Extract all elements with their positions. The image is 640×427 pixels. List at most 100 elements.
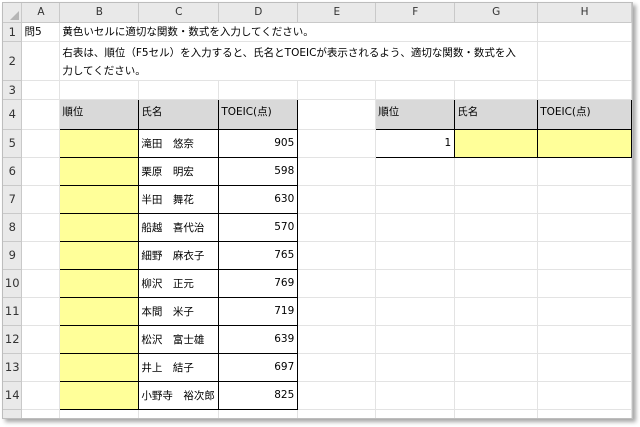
cell-h2[interactable] bbox=[537, 41, 632, 81]
cell-e13[interactable] bbox=[297, 353, 377, 382]
column-header-a[interactable]: A bbox=[21, 3, 61, 23]
name-cell-c12[interactable]: 松沢 富士雄 bbox=[138, 324, 220, 354]
cell-a11[interactable] bbox=[21, 297, 61, 326]
cell-f3[interactable] bbox=[375, 80, 456, 100]
cell-e9[interactable] bbox=[297, 241, 377, 270]
cell-a8[interactable] bbox=[21, 213, 61, 242]
cell-e5[interactable] bbox=[297, 129, 377, 158]
cell-a14[interactable] bbox=[21, 381, 61, 410]
row-header-2[interactable]: 2 bbox=[3, 41, 23, 81]
score-cell-d5[interactable]: 905 bbox=[218, 128, 299, 158]
score-cell-d8[interactable]: 570 bbox=[218, 212, 299, 242]
column-header-b[interactable]: B bbox=[59, 3, 140, 23]
name-cell-c13[interactable]: 井上 結子 bbox=[138, 352, 220, 382]
cell-a10[interactable] bbox=[21, 269, 61, 298]
rank-input-cell-b5[interactable] bbox=[59, 128, 140, 158]
cell-e6[interactable] bbox=[297, 157, 377, 186]
cell-f6[interactable] bbox=[375, 157, 456, 186]
column-header-h[interactable]: H bbox=[537, 3, 632, 23]
name-cell-c6[interactable]: 栗原 明宏 bbox=[138, 156, 220, 186]
row-header-10[interactable]: 10 bbox=[3, 269, 23, 298]
cell-g13[interactable] bbox=[454, 353, 539, 382]
row-header-4[interactable]: 4 bbox=[3, 99, 23, 130]
cell-f7[interactable] bbox=[375, 185, 456, 214]
cell-e7[interactable] bbox=[297, 185, 377, 214]
cell-a3[interactable] bbox=[21, 80, 61, 100]
cell-d3[interactable] bbox=[218, 80, 299, 100]
cell-e14[interactable] bbox=[297, 381, 377, 410]
cell-a2[interactable] bbox=[21, 41, 61, 81]
name-cell-c7[interactable]: 半田 舞花 bbox=[138, 184, 220, 214]
name-cell-c14[interactable]: 小野寺 裕次郎 bbox=[138, 380, 220, 410]
cell-a6[interactable] bbox=[21, 157, 61, 186]
cell-h6[interactable] bbox=[537, 157, 632, 186]
column-header-g[interactable]: G bbox=[454, 3, 539, 23]
cell-a1[interactable]: 問5 bbox=[21, 22, 61, 42]
lookup-rank-cell-f5[interactable]: 1 bbox=[375, 128, 456, 158]
rank-input-cell-b7[interactable] bbox=[59, 184, 140, 214]
cell-e15[interactable] bbox=[297, 409, 377, 418]
cell-e12[interactable] bbox=[297, 325, 377, 354]
cell-b15[interactable] bbox=[59, 409, 140, 418]
column-header-d[interactable]: D bbox=[218, 3, 299, 23]
lookup-toeic-input-h5[interactable] bbox=[537, 128, 632, 158]
cell-b2[interactable]: 右表は、順位（F5セル）を入力すると、氏名とTOEICが表示されるよう、適切な関… bbox=[59, 41, 539, 81]
score-cell-d9[interactable]: 765 bbox=[218, 240, 299, 270]
score-cell-d12[interactable]: 639 bbox=[218, 324, 299, 354]
cell-h10[interactable] bbox=[537, 269, 632, 298]
cell-a12[interactable] bbox=[21, 325, 61, 354]
row-header-15[interactable] bbox=[3, 409, 23, 418]
cell-g11[interactable] bbox=[454, 297, 539, 326]
cell-f11[interactable] bbox=[375, 297, 456, 326]
rank-input-cell-b12[interactable] bbox=[59, 324, 140, 354]
cell-f9[interactable] bbox=[375, 241, 456, 270]
row-header-14[interactable]: 14 bbox=[3, 381, 23, 410]
cell-h15[interactable] bbox=[537, 409, 632, 418]
cell-a7[interactable] bbox=[21, 185, 61, 214]
rank-input-cell-b10[interactable] bbox=[59, 268, 140, 298]
cell-e10[interactable] bbox=[297, 269, 377, 298]
row-header-13[interactable]: 13 bbox=[3, 353, 23, 382]
cell-h1[interactable] bbox=[537, 22, 632, 42]
cell-f14[interactable] bbox=[375, 381, 456, 410]
rank-input-cell-b8[interactable] bbox=[59, 212, 140, 242]
select-all-corner[interactable] bbox=[3, 3, 23, 23]
name-cell-c8[interactable]: 船越 喜代治 bbox=[138, 212, 220, 242]
cell-g3[interactable] bbox=[454, 80, 539, 100]
cell-a9[interactable] bbox=[21, 241, 61, 270]
cell-g9[interactable] bbox=[454, 241, 539, 270]
cell-h8[interactable] bbox=[537, 213, 632, 242]
cell-h12[interactable] bbox=[537, 325, 632, 354]
row-header-3[interactable]: 3 bbox=[3, 80, 23, 100]
cell-c3[interactable] bbox=[138, 80, 220, 100]
column-header-c[interactable]: C bbox=[138, 3, 220, 23]
row-header-12[interactable]: 12 bbox=[3, 325, 23, 354]
cell-f10[interactable] bbox=[375, 269, 456, 298]
rank-input-cell-b13[interactable] bbox=[59, 352, 140, 382]
cell-a15[interactable] bbox=[21, 409, 61, 418]
score-cell-d13[interactable]: 697 bbox=[218, 352, 299, 382]
lookup-header-name[interactable]: 氏名 bbox=[454, 98, 539, 130]
cell-g10[interactable] bbox=[454, 269, 539, 298]
cell-e3[interactable] bbox=[297, 80, 377, 100]
cell-h13[interactable] bbox=[537, 353, 632, 382]
cell-e4[interactable] bbox=[297, 99, 377, 130]
name-cell-c10[interactable]: 柳沢 正元 bbox=[138, 268, 220, 298]
rank-input-cell-b6[interactable] bbox=[59, 156, 140, 186]
cell-a13[interactable] bbox=[21, 353, 61, 382]
cell-b3[interactable] bbox=[59, 80, 140, 100]
row-header-9[interactable]: 9 bbox=[3, 241, 23, 270]
name-cell-c5[interactable]: 滝田 悠奈 bbox=[138, 128, 220, 158]
lookup-name-input-g5[interactable] bbox=[454, 128, 539, 158]
cell-d15[interactable] bbox=[218, 409, 299, 418]
cell-h9[interactable] bbox=[537, 241, 632, 270]
cell-f12[interactable] bbox=[375, 325, 456, 354]
main-header-toeic[interactable]: TOEIC(点) bbox=[218, 98, 299, 130]
cell-e11[interactable] bbox=[297, 297, 377, 326]
cell-f8[interactable] bbox=[375, 213, 456, 242]
row-header-11[interactable]: 11 bbox=[3, 297, 23, 326]
cell-h11[interactable] bbox=[537, 297, 632, 326]
main-header-name[interactable]: 氏名 bbox=[138, 98, 220, 130]
row-header-1[interactable]: 1 bbox=[3, 22, 23, 42]
cell-a5[interactable] bbox=[21, 129, 61, 158]
